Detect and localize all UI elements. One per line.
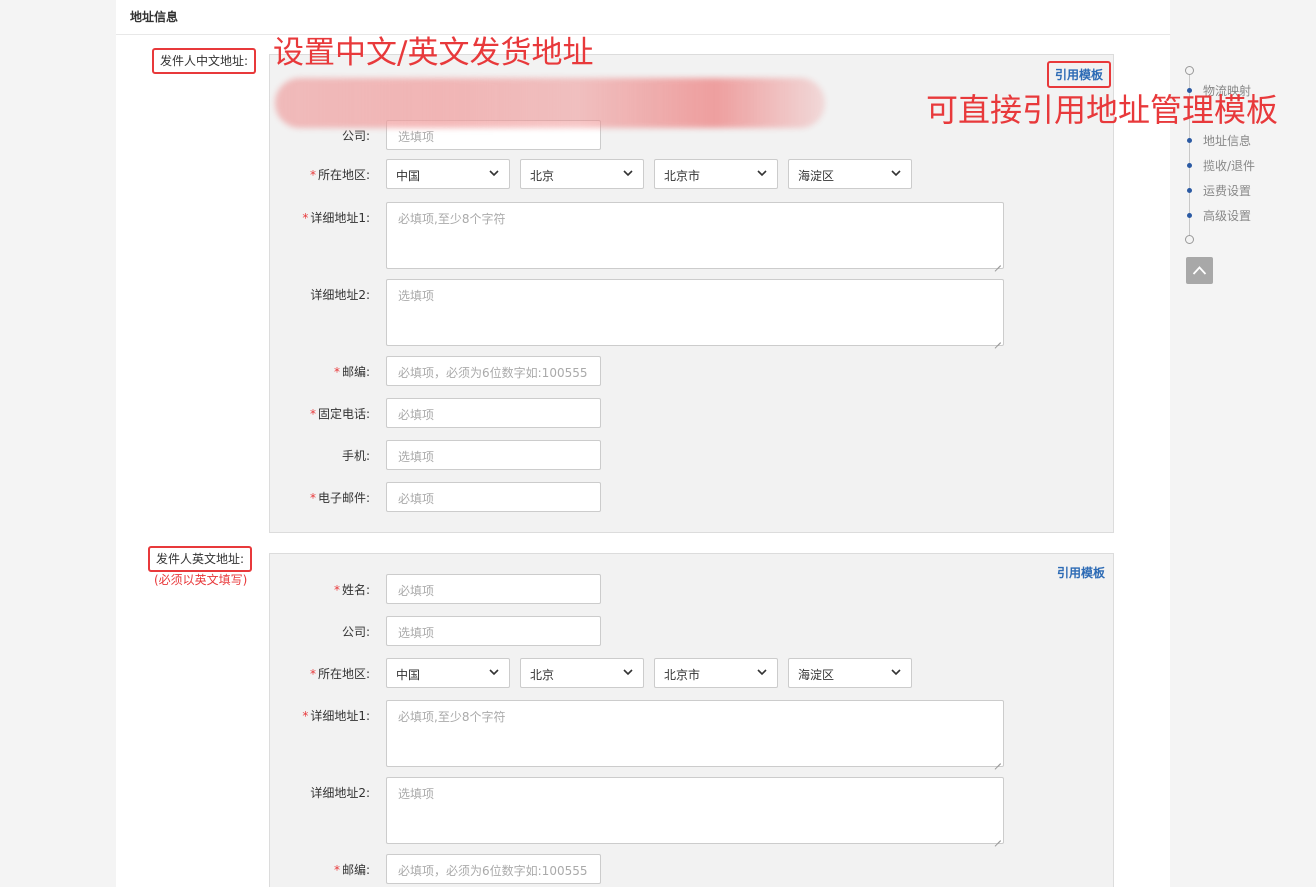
en-address1-row: * 详细地址1: 必填项,至少8个字符	[270, 700, 1115, 767]
cn-country-select[interactable]: 中国	[386, 159, 510, 189]
cn-template-link[interactable]: 引用模板	[1046, 61, 1111, 88]
annotation-use-template: 可直接引用地址管理模板	[926, 91, 1279, 129]
cn-region-label: * 所在地区:	[309, 168, 370, 182]
en-district-select[interactable]: 海淀区	[788, 658, 912, 688]
en-region-row: * 所在地区: 中国 北京 北京市 海淀区	[270, 658, 1115, 688]
en-zip-label: * 邮编:	[333, 863, 370, 877]
cn-address2-textarea[interactable]: 选填项	[386, 279, 1004, 346]
en-name-input[interactable]: 必填项	[386, 574, 601, 604]
cn-district-select[interactable]: 海淀区	[788, 159, 912, 189]
cn-address1-row: * 详细地址1: 必填项,至少8个字符	[270, 202, 1115, 269]
cn-email-input[interactable]: 必填项	[386, 482, 601, 512]
resize-handle-icon[interactable]	[993, 833, 1001, 841]
en-zip-row: * 邮编: 必填项，必须为6位数字如:100555	[270, 854, 1115, 884]
chevron-down-icon	[489, 669, 499, 676]
en-zip-input[interactable]: 必填项，必须为6位数字如:100555	[386, 854, 601, 884]
en-company-label: 公司:	[341, 625, 370, 639]
en-name-label: * 姓名:	[333, 583, 370, 597]
sender-en-note: (必须以英文填写)	[154, 573, 248, 587]
en-country-select[interactable]: 中国	[386, 658, 510, 688]
annotation-set-address: 设置中文/英文发货地址	[273, 35, 594, 71]
chevron-down-icon	[489, 170, 499, 177]
cn-address1-label: * 详细地址1:	[302, 211, 370, 225]
cn-email-label: * 电子邮件:	[309, 491, 370, 505]
nav-start-circle-icon	[1185, 66, 1194, 75]
en-province-select[interactable]: 北京	[520, 658, 644, 688]
resize-handle-icon[interactable]	[993, 335, 1001, 343]
cn-mobile-label: 手机:	[341, 449, 370, 463]
en-company-input[interactable]: 选填项	[386, 616, 601, 646]
cn-email-row: * 电子邮件: 必填项	[270, 482, 1115, 512]
resize-handle-icon[interactable]	[993, 756, 1001, 764]
sender-en-label: 发件人英文地址:	[148, 546, 253, 572]
section-title: 地址信息	[130, 10, 179, 24]
nav-dot-icon	[1187, 138, 1192, 143]
cn-address2-label: 详细地址2:	[310, 288, 370, 302]
main-content: 地址信息 发件人中文地址: 引用模板 公司: 选填项 * 所在地区: 中国 北京 …	[116, 0, 1170, 887]
chevron-down-icon	[757, 669, 767, 676]
cn-zip-input[interactable]: 必填项，必须为6位数字如:100555	[386, 356, 601, 386]
nav-dot-icon	[1187, 163, 1192, 168]
en-name-row: * 姓名: 必填项	[270, 574, 1115, 604]
en-address2-label: 详细地址2:	[310, 786, 370, 800]
cn-phone-row: * 固定电话: 必填项	[270, 398, 1115, 428]
en-address2-row: 详细地址2: 选填项	[270, 777, 1115, 844]
nav-dot-icon	[1187, 188, 1192, 193]
cn-zip-label: * 邮编:	[333, 365, 370, 379]
cn-phone-input[interactable]: 必填项	[386, 398, 601, 428]
cn-province-select[interactable]: 北京	[520, 159, 644, 189]
cn-phone-label: * 固定电话:	[309, 407, 370, 421]
chevron-down-icon	[757, 170, 767, 177]
en-address1-label: * 详细地址1:	[302, 709, 370, 723]
resize-handle-icon[interactable]	[993, 258, 1001, 266]
cn-zip-row: * 邮编: 必填项，必须为6位数字如:100555	[270, 356, 1115, 386]
en-region-label: * 所在地区:	[309, 667, 370, 681]
en-address-panel: 引用模板 *姓名: 必填项 公司: 选填项 *所在地区: 中国 北京 北京市	[269, 553, 1114, 887]
en-address2-textarea[interactable]: 选填项	[386, 777, 1004, 844]
chevron-up-icon	[1192, 266, 1207, 275]
en-city-select[interactable]: 北京市	[654, 658, 778, 688]
chevron-down-icon	[623, 669, 633, 676]
cn-mobile-row: 手机: 选填项	[270, 440, 1115, 470]
cn-address1-textarea[interactable]: 必填项,至少8个字符	[386, 202, 1004, 269]
cn-company-label: 公司:	[341, 129, 370, 143]
sender-cn-label: 发件人中文地址:	[152, 48, 257, 74]
cn-city-select[interactable]: 北京市	[654, 159, 778, 189]
cn-mobile-input[interactable]: 选填项	[386, 440, 601, 470]
en-company-row: 公司: 选填项	[270, 616, 1115, 646]
back-to-top-button[interactable]	[1186, 257, 1213, 284]
chevron-down-icon	[623, 170, 633, 177]
nav-dot-icon	[1187, 213, 1192, 218]
nav-end-circle-icon	[1185, 235, 1194, 244]
cn-address2-row: 详细地址2: 选填项	[270, 279, 1115, 346]
en-address1-textarea[interactable]: 必填项,至少8个字符	[386, 700, 1004, 767]
chevron-down-icon	[891, 669, 901, 676]
redacted-area	[275, 78, 825, 128]
chevron-down-icon	[891, 170, 901, 177]
cn-region-row: * 所在地区: 中国 北京 北京市 海淀区	[270, 159, 1115, 189]
